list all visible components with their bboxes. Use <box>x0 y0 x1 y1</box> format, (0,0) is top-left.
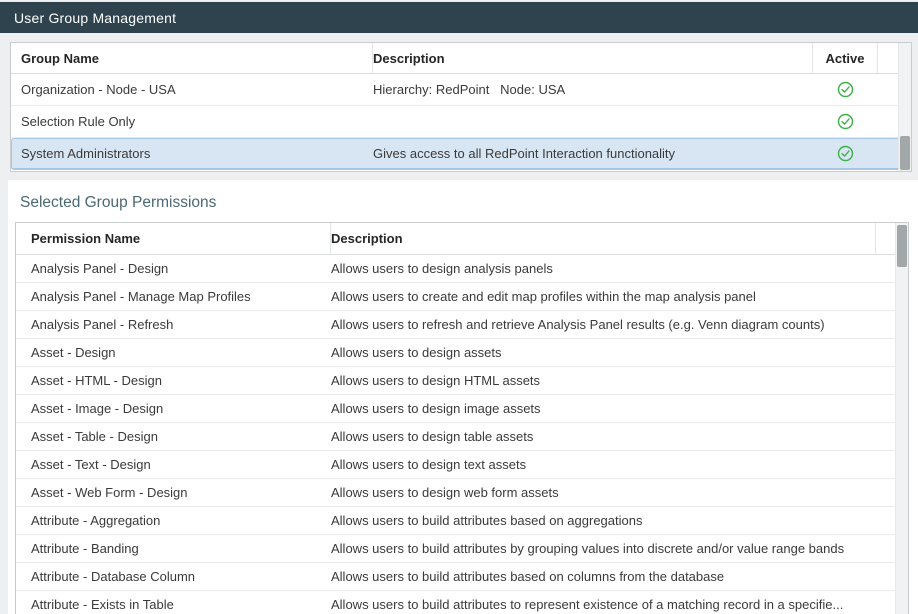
user-groups-table: Group Name Description Active Organizati… <box>10 42 912 172</box>
group-row[interactable]: Organization - Node - USA Hierarchy: Red… <box>11 74 911 106</box>
permission-description-cell: Allows users to design assets <box>331 345 876 360</box>
permission-name-cell: Asset - Design <box>16 345 331 360</box>
permission-row[interactable]: Attribute - Aggregation Allows users to … <box>16 507 908 535</box>
section-heading: Selected Group Permissions <box>20 194 216 212</box>
check-circle-icon <box>837 113 854 130</box>
permission-row[interactable]: Attribute - Database Column Allows users… <box>16 563 908 591</box>
permission-description-cell: Allows users to refresh and retrieve Ana… <box>331 317 876 332</box>
column-header-permission-description[interactable]: Description <box>331 223 876 254</box>
group-description-cell: Gives access to all RedPoint Interaction… <box>373 146 813 161</box>
column-header-group-name[interactable]: Group Name <box>11 43 373 73</box>
permissions-scrollbar[interactable] <box>895 223 908 614</box>
permission-row[interactable]: Attribute - Exists in Table Allows users… <box>16 591 908 614</box>
permission-row[interactable]: Asset - Text - Design Allows users to de… <box>16 451 908 479</box>
permission-name-cell: Asset - HTML - Design <box>16 373 331 388</box>
permission-row[interactable]: Asset - Design Allows users to design as… <box>16 339 908 367</box>
title-bar: User Group Management <box>0 2 918 33</box>
permissions-table-body: Analysis Panel - Design Allows users to … <box>16 255 908 614</box>
permission-row[interactable]: Attribute - Banding Allows users to buil… <box>16 535 908 563</box>
permission-name-cell: Asset - Table - Design <box>16 429 331 444</box>
group-active-cell <box>813 113 878 130</box>
permission-description-cell: Allows users to design analysis panels <box>331 261 876 276</box>
column-header-description[interactable]: Description <box>373 43 813 73</box>
permission-description-cell: Allows users to design HTML assets <box>331 373 876 388</box>
permission-description-cell: Allows users to design table assets <box>331 429 876 444</box>
column-header-permission-name[interactable]: Permission Name <box>16 223 331 254</box>
permission-row[interactable]: Asset - HTML - Design Allows users to de… <box>16 367 908 395</box>
permission-name-cell: Attribute - Exists in Table <box>16 597 331 612</box>
permission-name-cell: Analysis Panel - Manage Map Profiles <box>16 289 331 304</box>
group-name-cell: Selection Rule Only <box>11 114 373 129</box>
check-circle-icon <box>837 145 854 162</box>
page-title: User Group Management <box>14 10 176 26</box>
permission-description-cell: Allows users to build attributes to repr… <box>331 597 876 612</box>
permission-description-cell: Allows users to build attributes based o… <box>331 513 876 528</box>
permission-name-cell: Analysis Panel - Design <box>16 261 331 276</box>
permissions-table-header: Permission Name Description <box>16 223 908 255</box>
permission-description-cell: Allows users to design web form assets <box>331 485 876 500</box>
check-circle-icon <box>837 81 854 98</box>
groups-scrollbar-thumb[interactable] <box>900 136 910 170</box>
group-description-cell: Hierarchy: RedPoint Node: USA <box>373 82 813 97</box>
group-active-cell <box>813 145 878 162</box>
permission-row[interactable]: Analysis Panel - Manage Map Profiles All… <box>16 283 908 311</box>
permission-name-cell: Attribute - Aggregation <box>16 513 331 528</box>
permission-row[interactable]: Asset - Table - Design Allows users to d… <box>16 423 908 451</box>
permission-name-cell: Attribute - Banding <box>16 541 331 556</box>
permission-description-cell: Allows users to build attributes based o… <box>331 569 876 584</box>
permissions-table: Permission Name Description Analysis Pan… <box>15 222 909 614</box>
permissions-section: Selected Group Permissions Permission Na… <box>8 180 918 614</box>
permission-description-cell: Allows users to design text assets <box>331 457 876 472</box>
group-name-cell: Organization - Node - USA <box>11 82 373 97</box>
permission-description-cell: Allows users to design image assets <box>331 401 876 416</box>
permission-description-cell: Allows users to build attributes by grou… <box>331 541 876 556</box>
group-row[interactable]: System Administrators Gives access to al… <box>11 138 911 170</box>
permission-name-cell: Asset - Text - Design <box>16 457 331 472</box>
permission-name-cell: Asset - Web Form - Design <box>16 485 331 500</box>
permission-row[interactable]: Analysis Panel - Refresh Allows users to… <box>16 311 908 339</box>
permission-name-cell: Analysis Panel - Refresh <box>16 317 331 332</box>
groups-table-header: Group Name Description Active <box>11 43 911 74</box>
permissions-scrollbar-thumb[interactable] <box>897 225 907 267</box>
group-name-cell: System Administrators <box>11 146 373 161</box>
group-active-cell <box>813 81 878 98</box>
groups-table-body: Organization - Node - USA Hierarchy: Red… <box>11 74 911 170</box>
column-header-active[interactable]: Active <box>813 43 878 73</box>
group-row[interactable]: Selection Rule Only <box>11 106 911 138</box>
permission-row[interactable]: Asset - Web Form - Design Allows users t… <box>16 479 908 507</box>
permission-row[interactable]: Analysis Panel - Design Allows users to … <box>16 255 908 283</box>
groups-scrollbar[interactable] <box>898 43 911 171</box>
permission-description-cell: Allows users to create and edit map prof… <box>331 289 876 304</box>
permission-name-cell: Attribute - Database Column <box>16 569 331 584</box>
permission-row[interactable]: Asset - Image - Design Allows users to d… <box>16 395 908 423</box>
permission-name-cell: Asset - Image - Design <box>16 401 331 416</box>
